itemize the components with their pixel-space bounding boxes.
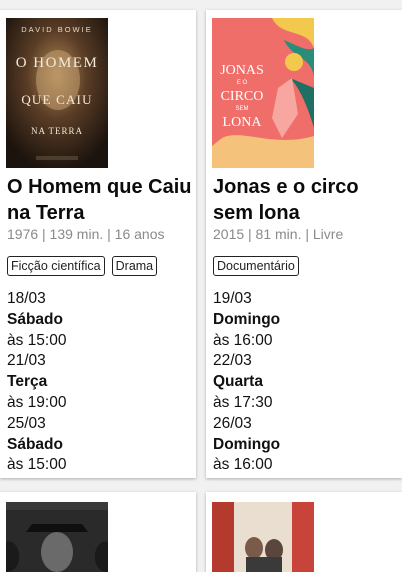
session-date: 22/03 xyxy=(213,352,252,370)
session-time: às 17:30 xyxy=(213,393,273,411)
poster-title-line: E O xyxy=(237,80,248,86)
genre-tag[interactable]: Drama xyxy=(111,256,158,276)
poster-title-line: NA TERRA xyxy=(31,126,83,136)
movie-card[interactable] xyxy=(206,492,402,572)
movie-poster[interactable]: JONAS E O CIRCO SEM LONA xyxy=(212,18,314,168)
session-date: 21/03 xyxy=(7,352,46,370)
poster-title-line: O HOMEM xyxy=(16,55,99,71)
session-time: às 16:00 xyxy=(213,456,273,474)
session-date: 25/03 xyxy=(7,414,46,432)
poster-top-text: DAVID BOWIE xyxy=(21,25,92,34)
session-day: Domingo xyxy=(213,310,281,328)
session-list: 18/03 Sábado às 15:00 21/03 Terça às 19:… xyxy=(7,289,66,476)
session-time: às 15:00 xyxy=(7,331,67,349)
genre-tags: Ficção científica Drama xyxy=(7,256,158,276)
session-date: 18/03 xyxy=(7,290,46,307)
session-day: Quarta xyxy=(213,373,263,391)
movie-poster[interactable] xyxy=(6,502,108,572)
movie-title[interactable]: Jonas e o circo sem lona xyxy=(213,174,399,226)
session-time: às 15:00 xyxy=(7,456,67,474)
session-date: 26/03 xyxy=(213,414,252,432)
session-date: 19/03 xyxy=(213,290,252,307)
movie-meta: 2015 | 81 min. | Livre xyxy=(213,226,344,242)
poster-title-line: QUE CAIU xyxy=(21,92,92,107)
poster-title-line: SEM xyxy=(235,106,248,112)
session-day: Domingo xyxy=(213,435,281,453)
genre-tags: Documentário xyxy=(213,256,299,276)
movie-meta: 1976 | 139 min. | 16 anos xyxy=(7,226,165,242)
poster-title-line: JONAS xyxy=(220,63,264,78)
movie-poster[interactable] xyxy=(212,502,314,572)
session-time: às 16:00 xyxy=(213,331,273,349)
movie-poster[interactable]: DAVID BOWIE O HOMEM QUE CAIU NA TERRA xyxy=(6,18,108,168)
movie-title[interactable]: O Homem que Caiu na Terra xyxy=(7,174,193,226)
session-day: Sábado xyxy=(7,310,63,328)
session-day: Sábado xyxy=(7,435,63,453)
session-time: às 19:00 xyxy=(7,393,67,411)
movie-card[interactable]: DAVID BOWIE O HOMEM QUE CAIU NA TERRA O … xyxy=(0,10,196,478)
poster-title-line: LONA xyxy=(223,115,263,130)
poster-title-line: CIRCO xyxy=(221,89,264,104)
genre-tag[interactable]: Ficção científica xyxy=(7,256,105,276)
session-list: 19/03 Domingo às 16:00 22/03 Quarta às 1… xyxy=(213,289,280,476)
movie-card[interactable] xyxy=(0,492,196,572)
genre-tag[interactable]: Documentário xyxy=(213,256,299,276)
session-day: Terça xyxy=(7,373,48,391)
movie-card[interactable]: JONAS E O CIRCO SEM LONA Jonas e o circo… xyxy=(206,10,402,478)
